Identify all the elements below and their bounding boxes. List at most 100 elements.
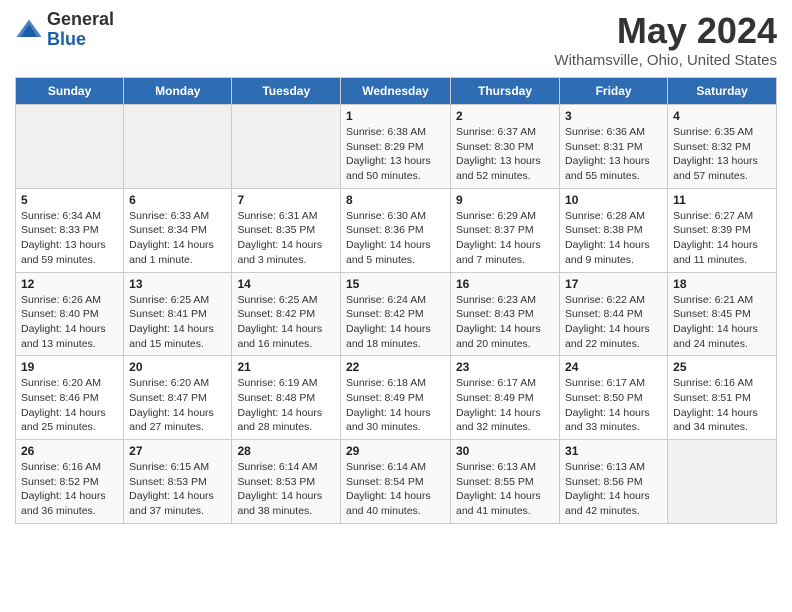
day-number: 1	[346, 109, 445, 123]
calendar-cell: 26 Sunrise: 6:16 AMSunset: 8:52 PMDayligh…	[16, 440, 124, 524]
day-info: Sunrise: 6:20 AMSunset: 8:46 PMDaylight:…	[21, 376, 118, 435]
logo-icon	[15, 16, 43, 44]
day-number: 18	[673, 277, 771, 291]
day-info: Sunrise: 6:25 AMSunset: 8:41 PMDaylight:…	[129, 293, 226, 352]
calendar-cell: 25 Sunrise: 6:16 AMSunset: 8:51 PMDayligh…	[668, 356, 777, 440]
calendar-cell: 7Sunrise: 6:31 AMSunset: 8:35 PMDaylight…	[232, 188, 341, 272]
calendar-header: Sunday Monday Tuesday Wednesday Thursday…	[16, 78, 777, 105]
calendar-cell: 30Sunrise: 6:13 AMSunset: 8:55 PMDayligh…	[451, 440, 560, 524]
day-number: 12	[21, 277, 118, 291]
calendar-cell: 5 Sunrise: 6:34 AMSunset: 8:33 PMDaylight…	[16, 188, 124, 272]
calendar-cell: 10 Sunrise: 6:28 AMSunset: 8:38 PMDayligh…	[560, 188, 668, 272]
day-number: 26	[21, 444, 118, 458]
day-number: 19	[21, 360, 118, 374]
calendar-cell: 12Sunrise: 6:26 AMSunset: 8:40 PMDayligh…	[16, 272, 124, 356]
calendar-cell: 24 Sunrise: 6:17 AMSunset: 8:50 PMDayligh…	[560, 356, 668, 440]
day-info: Sunrise: 6:28 AMSunset: 8:38 PMDaylight:…	[565, 209, 662, 268]
day-info: Sunrise: 6:30 AMSunset: 8:36 PMDaylight:…	[346, 209, 445, 268]
day-number: 13	[129, 277, 226, 291]
calendar-cell	[124, 105, 232, 189]
main-title: May 2024	[554, 10, 777, 52]
day-number: 29	[346, 444, 445, 458]
calendar-cell: 2Sunrise: 6:37 AMSunset: 8:30 PMDaylight…	[451, 105, 560, 189]
calendar-cell: 19 Sunrise: 6:20 AMSunset: 8:46 PMDayligh…	[16, 356, 124, 440]
day-number: 27	[129, 444, 226, 458]
calendar-cell: 11 Sunrise: 6:27 AMSunset: 8:39 PMDayligh…	[668, 188, 777, 272]
calendar-cell: 29 Sunrise: 6:14 AMSunset: 8:54 PMDayligh…	[341, 440, 451, 524]
calendar-cell: 14 Sunrise: 6:25 AMSunset: 8:42 PMDayligh…	[232, 272, 341, 356]
col-monday: Monday	[124, 78, 232, 105]
day-number: 14	[237, 277, 335, 291]
day-number: 4	[673, 109, 771, 123]
day-number: 11	[673, 193, 771, 207]
logo-text: General Blue	[47, 10, 114, 50]
day-number: 16	[456, 277, 554, 291]
day-info: Sunrise: 6:23 AMSunset: 8:43 PMDaylight:…	[456, 293, 554, 352]
day-info: Sunrise: 6:34 AMSunset: 8:33 PMDaylight:…	[21, 209, 118, 268]
col-thursday: Thursday	[451, 78, 560, 105]
calendar-cell: 28 Sunrise: 6:14 AMSunset: 8:53 PMDayligh…	[232, 440, 341, 524]
day-number: 22	[346, 360, 445, 374]
day-number: 5	[21, 193, 118, 207]
calendar-cell: 4 Sunrise: 6:35 AMSunset: 8:32 PMDaylight…	[668, 105, 777, 189]
day-info: Sunrise: 6:13 AMSunset: 8:55 PMDaylight:…	[456, 460, 554, 519]
page-header: General Blue May 2024 Withamsville, Ohio…	[15, 10, 777, 69]
calendar-cell: 17Sunrise: 6:22 AMSunset: 8:44 PMDayligh…	[560, 272, 668, 356]
day-info: Sunrise: 6:20 AMSunset: 8:47 PMDaylight:…	[129, 376, 226, 435]
header-row: Sunday Monday Tuesday Wednesday Thursday…	[16, 78, 777, 105]
day-info: Sunrise: 6:22 AMSunset: 8:44 PMDaylight:…	[565, 293, 662, 352]
day-info: Sunrise: 6:15 AMSunset: 8:53 PMDaylight:…	[129, 460, 226, 519]
subtitle: Withamsville, Ohio, United States	[554, 52, 777, 69]
calendar-cell: 13 Sunrise: 6:25 AMSunset: 8:41 PMDayligh…	[124, 272, 232, 356]
day-number: 20	[129, 360, 226, 374]
day-number: 3	[565, 109, 662, 123]
day-info: Sunrise: 6:14 AMSunset: 8:54 PMDaylight:…	[346, 460, 445, 519]
day-info: Sunrise: 6:16 AMSunset: 8:51 PMDaylight:…	[673, 376, 771, 435]
day-info: Sunrise: 6:16 AMSunset: 8:52 PMDaylight:…	[21, 460, 118, 519]
calendar-cell: 18 Sunrise: 6:21 AMSunset: 8:45 PMDayligh…	[668, 272, 777, 356]
day-number: 31	[565, 444, 662, 458]
day-info: Sunrise: 6:19 AMSunset: 8:48 PMDaylight:…	[237, 376, 335, 435]
calendar-table: Sunday Monday Tuesday Wednesday Thursday…	[15, 77, 777, 524]
calendar-cell: 16 Sunrise: 6:23 AMSunset: 8:43 PMDayligh…	[451, 272, 560, 356]
day-number: 25	[673, 360, 771, 374]
calendar-cell: 1 Sunrise: 6:38 AMSunset: 8:29 PMDaylight…	[341, 105, 451, 189]
logo-general-text: General	[47, 9, 114, 29]
calendar-cell	[668, 440, 777, 524]
calendar-week-3: 12Sunrise: 6:26 AMSunset: 8:40 PMDayligh…	[16, 272, 777, 356]
day-info: Sunrise: 6:29 AMSunset: 8:37 PMDaylight:…	[456, 209, 554, 268]
day-number: 24	[565, 360, 662, 374]
calendar-cell: 31 Sunrise: 6:13 AMSunset: 8:56 PMDayligh…	[560, 440, 668, 524]
calendar-cell: 22Sunrise: 6:18 AMSunset: 8:49 PMDayligh…	[341, 356, 451, 440]
day-info: Sunrise: 6:27 AMSunset: 8:39 PMDaylight:…	[673, 209, 771, 268]
calendar-cell: 27 Sunrise: 6:15 AMSunset: 8:53 PMDayligh…	[124, 440, 232, 524]
day-info: Sunrise: 6:13 AMSunset: 8:56 PMDaylight:…	[565, 460, 662, 519]
day-info: Sunrise: 6:17 AMSunset: 8:50 PMDaylight:…	[565, 376, 662, 435]
day-info: Sunrise: 6:37 AMSunset: 8:30 PMDaylight:…	[456, 125, 554, 184]
calendar-cell	[16, 105, 124, 189]
calendar-body: 1 Sunrise: 6:38 AMSunset: 8:29 PMDaylight…	[16, 105, 777, 524]
calendar-week-5: 26 Sunrise: 6:16 AMSunset: 8:52 PMDayligh…	[16, 440, 777, 524]
day-number: 8	[346, 193, 445, 207]
day-info: Sunrise: 6:35 AMSunset: 8:32 PMDaylight:…	[673, 125, 771, 184]
day-info: Sunrise: 6:38 AMSunset: 8:29 PMDaylight:…	[346, 125, 445, 184]
day-info: Sunrise: 6:36 AMSunset: 8:31 PMDaylight:…	[565, 125, 662, 184]
calendar-cell: 9 Sunrise: 6:29 AMSunset: 8:37 PMDaylight…	[451, 188, 560, 272]
day-info: Sunrise: 6:33 AMSunset: 8:34 PMDaylight:…	[129, 209, 226, 268]
day-number: 28	[237, 444, 335, 458]
day-number: 9	[456, 193, 554, 207]
day-info: Sunrise: 6:17 AMSunset: 8:49 PMDaylight:…	[456, 376, 554, 435]
col-sunday: Sunday	[16, 78, 124, 105]
calendar-week-2: 5 Sunrise: 6:34 AMSunset: 8:33 PMDaylight…	[16, 188, 777, 272]
calendar-week-1: 1 Sunrise: 6:38 AMSunset: 8:29 PMDaylight…	[16, 105, 777, 189]
day-info: Sunrise: 6:31 AMSunset: 8:35 PMDaylight:…	[237, 209, 335, 268]
day-info: Sunrise: 6:14 AMSunset: 8:53 PMDaylight:…	[237, 460, 335, 519]
calendar-cell: 3 Sunrise: 6:36 AMSunset: 8:31 PMDaylight…	[560, 105, 668, 189]
col-tuesday: Tuesday	[232, 78, 341, 105]
calendar-week-4: 19 Sunrise: 6:20 AMSunset: 8:46 PMDayligh…	[16, 356, 777, 440]
calendar-cell: 8 Sunrise: 6:30 AMSunset: 8:36 PMDaylight…	[341, 188, 451, 272]
day-info: Sunrise: 6:21 AMSunset: 8:45 PMDaylight:…	[673, 293, 771, 352]
day-number: 10	[565, 193, 662, 207]
day-info: Sunrise: 6:25 AMSunset: 8:42 PMDaylight:…	[237, 293, 335, 352]
day-number: 23	[456, 360, 554, 374]
